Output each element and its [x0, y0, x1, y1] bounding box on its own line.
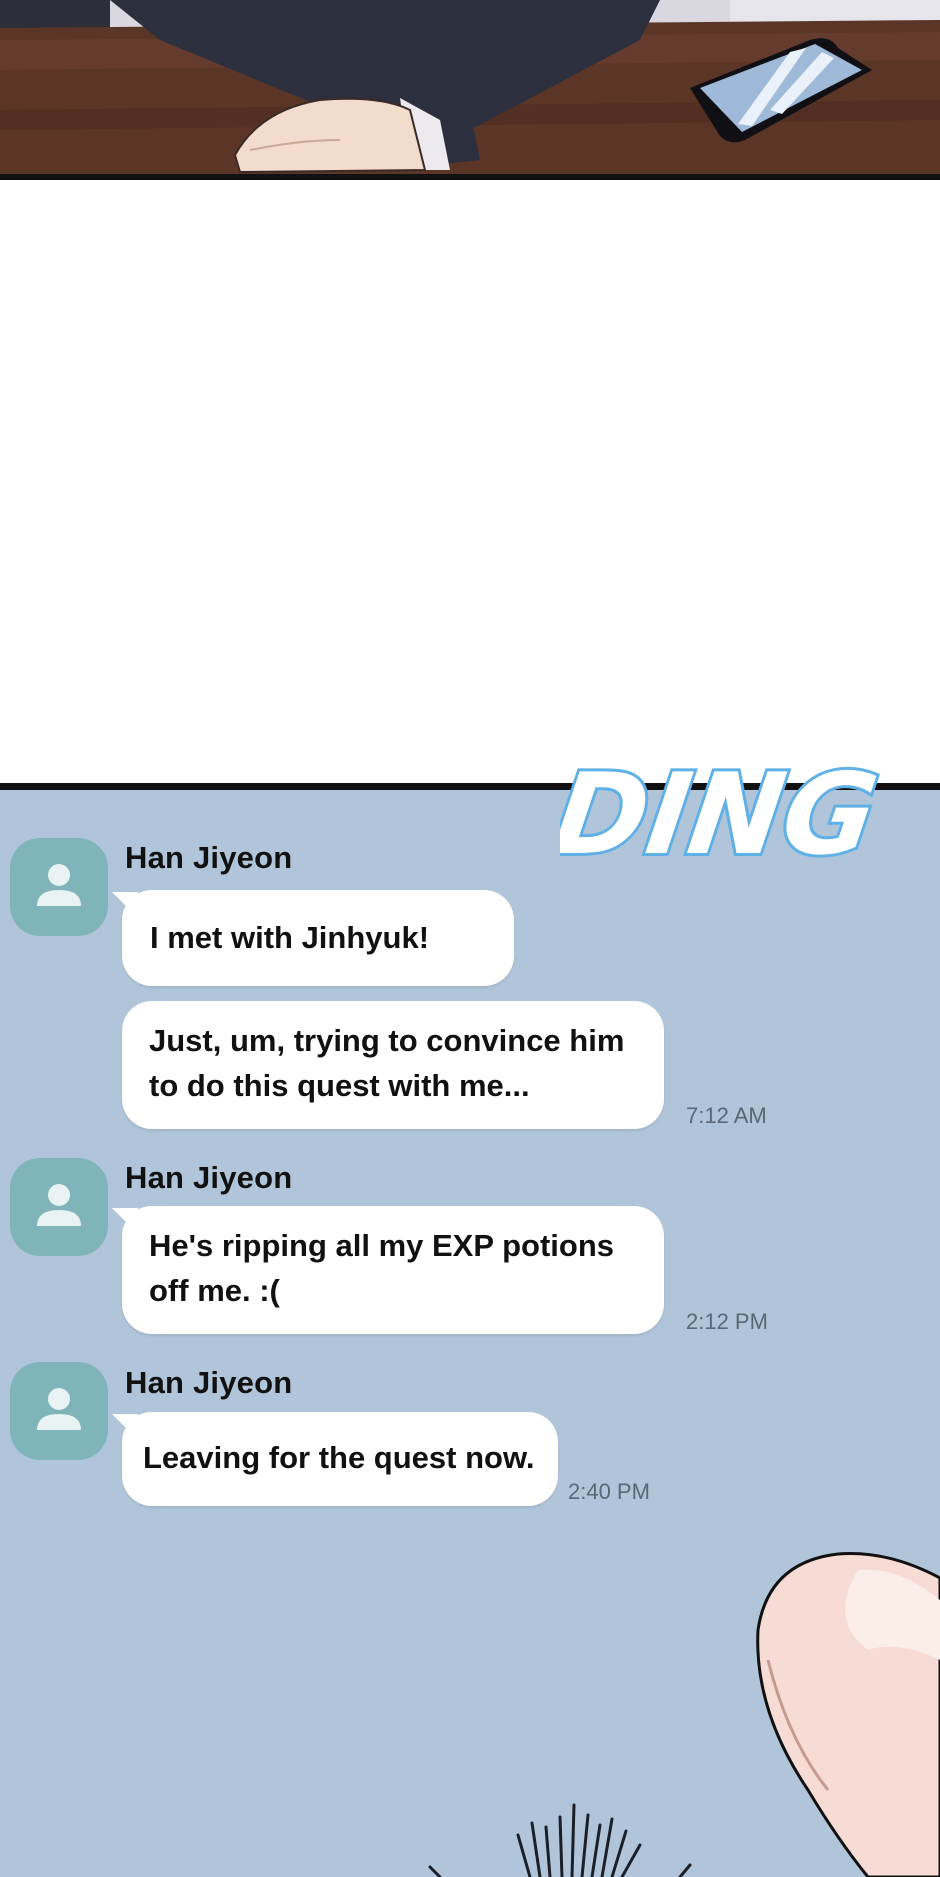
message-bubble[interactable]: He's ripping all my EXP potions off me. … [122, 1206, 664, 1334]
message-text: Just, um, trying to convince him [149, 1023, 625, 1058]
sender-name: Han Jiyeon [125, 1365, 293, 1400]
person-icon [37, 1388, 81, 1430]
message-bubble[interactable]: Just, um, trying to convince him to do t… [122, 1001, 664, 1129]
burst-lines [428, 1803, 692, 1877]
sender-avatar [10, 1362, 108, 1460]
message-timestamp: 2:40 PM [568, 1479, 650, 1504]
message-text: He's ripping all my EXP potions [149, 1228, 614, 1263]
sender-name: Han Jiyeon [125, 840, 293, 875]
desk-illustration [0, 0, 940, 180]
panel-gutter [0, 180, 940, 786]
ding-sound-effect: DING [560, 747, 880, 883]
sender-avatar [10, 838, 108, 936]
message-timestamp: 2:12 PM [686, 1309, 768, 1334]
message-text: I met with Jinhyuk! [150, 920, 430, 955]
person-icon [37, 1184, 81, 1226]
message-bubble[interactable]: I met with Jinhyuk! [122, 890, 514, 986]
person-icon [37, 864, 81, 906]
message-text: off me. :( [149, 1273, 280, 1308]
message-text: Leaving for the quest now. [143, 1440, 535, 1475]
sender-name: Han Jiyeon [125, 1160, 293, 1195]
message-text: to do this quest with me... [149, 1068, 530, 1103]
sender-avatar [10, 1158, 108, 1256]
ding-text: DING [560, 750, 880, 880]
message-bubble[interactable]: Leaving for the quest now. [122, 1412, 558, 1506]
message-timestamp: 7:12 AM [686, 1103, 767, 1128]
comic-panel-desk [0, 0, 940, 180]
finger-illustration [756, 1552, 940, 1877]
